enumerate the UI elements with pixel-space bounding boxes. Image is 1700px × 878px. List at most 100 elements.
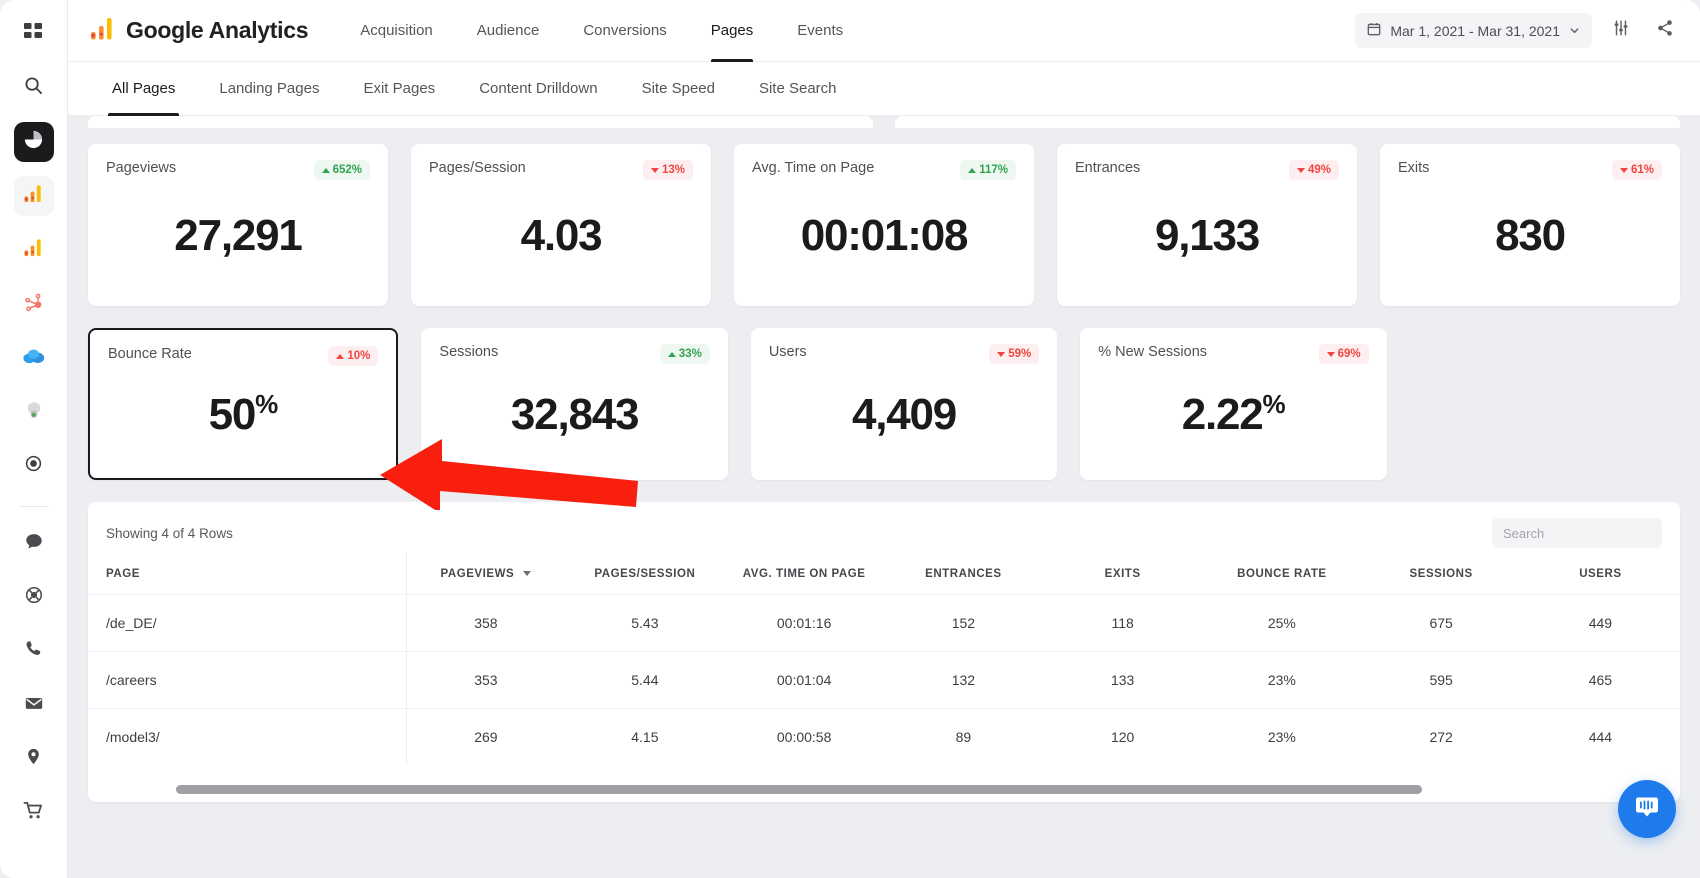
cell-entrances: 89	[883, 708, 1043, 765]
metric-card-header: Entrances 49%	[1075, 160, 1339, 180]
sidebar-item-google-analytics-alt[interactable]	[14, 230, 54, 270]
metric-label: Sessions	[439, 344, 499, 360]
metric-card-header: Avg. Time on Page 117%	[752, 160, 1016, 180]
column-header-sessions[interactable]: SESSIONS	[1362, 552, 1521, 595]
cell-entrances: 132	[883, 651, 1043, 709]
intercom-launcher-button[interactable]	[1618, 780, 1676, 838]
main-panel: Google Analytics Acquisition Audience Co…	[68, 0, 1700, 878]
nav-link-conversions[interactable]: Conversions	[561, 0, 688, 62]
metric-delta-badge: 652%	[313, 160, 370, 180]
nav-link-pages[interactable]: Pages	[689, 0, 776, 62]
table-row[interactable]: /model3/ 269 4.15 00:00:58 89 120 23% 27…	[88, 708, 1680, 765]
cell-page: /model3/	[88, 708, 407, 765]
metric-card-bounce-rate[interactable]: Bounce Rate 10% 50%	[88, 328, 399, 480]
calendar-icon	[1367, 22, 1381, 39]
column-header-bounce-rate[interactable]: BOUNCE RATE	[1202, 552, 1361, 595]
cell-avg-time: 00:01:16	[724, 594, 884, 652]
sidebar-item-mailchimp[interactable]	[14, 392, 54, 432]
tab-site-search[interactable]: Site Search	[737, 62, 859, 116]
metric-cards-row-2: Bounce Rate 10% 50% Sessions 33% 32,843 …	[88, 328, 1680, 480]
trend-up-icon	[336, 353, 345, 359]
metric-card-users[interactable]: Users 59% 4,409	[750, 328, 1058, 480]
sidebar-item-support[interactable]	[14, 577, 54, 617]
metric-delta-badge: 13%	[642, 160, 693, 180]
cell-users: 449	[1520, 594, 1680, 652]
chevron-down-icon	[1569, 23, 1580, 39]
share-button[interactable]	[1650, 16, 1680, 46]
sidebar-item-search[interactable]	[14, 68, 54, 108]
metric-value: 32,843	[510, 390, 640, 439]
metric-delta-value: 69%	[1337, 348, 1361, 360]
metric-card-header: Exits 61%	[1398, 160, 1662, 180]
mailchimp-icon	[24, 400, 44, 425]
metric-card-sessions[interactable]: Sessions 33% 32,843	[421, 328, 728, 480]
sort-descending-icon[interactable]	[523, 571, 532, 577]
tab-site-speed[interactable]: Site Speed	[620, 62, 737, 116]
column-header-avg-time-on-page[interactable]: AVG. TIME ON PAGE	[725, 552, 884, 595]
table-toolbar: Showing 4 of 4 Rows	[88, 502, 1680, 552]
sidebar-item-ecommerce[interactable]	[14, 793, 54, 833]
sidebar-item-grid-apps[interactable]	[14, 14, 54, 54]
table-body: /de_DE/ 358 5.43 00:01:16 152 118 25% 67…	[88, 594, 1680, 765]
tab-all-pages[interactable]: All Pages	[90, 62, 197, 116]
filter-settings-button[interactable]	[1606, 16, 1636, 46]
nav-link-acquisition[interactable]: Acquisition	[338, 0, 455, 62]
sidebar-item-chat[interactable]	[14, 523, 54, 563]
support-headset-icon	[24, 585, 44, 610]
metric-card-pageviews[interactable]: Pageviews 652% 27,291	[88, 144, 388, 306]
column-header-page[interactable]: PAGE	[88, 552, 407, 595]
column-header-pages-session[interactable]: PAGES/SESSION	[565, 552, 724, 595]
row2-empty-slot	[1410, 328, 1680, 480]
cell-sessions: 595	[1361, 651, 1521, 709]
secondary-tabs: All Pages Landing Pages Exit Pages Conte…	[68, 62, 1700, 116]
sidebar-item-email[interactable]	[14, 685, 54, 725]
nav-link-events[interactable]: Events	[775, 0, 865, 62]
date-range-picker[interactable]: Mar 1, 2021 - Mar 31, 2021	[1355, 13, 1592, 48]
sidebar-item-settings[interactable]	[14, 446, 54, 486]
sidebar-item-salesforce[interactable]	[14, 338, 54, 378]
nav-link-audience[interactable]: Audience	[455, 0, 562, 62]
metric-card-header: Bounce Rate 10%	[108, 346, 379, 366]
metric-card-exits[interactable]: Exits 61% 830	[1380, 144, 1680, 306]
cell-exits: 118	[1043, 594, 1203, 652]
metric-card-entrances[interactable]: Entrances 49% 9,133	[1057, 144, 1357, 306]
cell-pages-session: 5.44	[565, 651, 725, 709]
metric-delta-value: 117%	[979, 164, 1008, 176]
metric-delta-badge: 59%	[989, 344, 1040, 364]
table-row[interactable]: /careers 353 5.44 00:01:04 132 133 23% 5…	[88, 651, 1680, 709]
metric-delta-badge: 117%	[960, 160, 1016, 180]
metric-card-percent-new-sessions[interactable]: % New Sessions 69% 2.22%	[1080, 328, 1387, 480]
tab-content-drilldown[interactable]: Content Drilldown	[457, 62, 619, 116]
salesforce-cloud-icon	[22, 346, 46, 371]
search-input[interactable]	[1503, 525, 1651, 541]
date-range-label: Mar 1, 2021 - Mar 31, 2021	[1390, 22, 1560, 39]
metric-card-avg-time-on-page[interactable]: Avg. Time on Page 117% 00:01:08	[734, 144, 1034, 306]
cell-pages-session: 5.43	[565, 594, 725, 652]
metric-card-pages-session[interactable]: Pages/Session 13% 4.03	[411, 144, 711, 306]
column-header-users[interactable]: USERS	[1521, 552, 1680, 595]
metric-label: Pages/Session	[429, 160, 526, 176]
cell-bounce-rate: 23%	[1202, 651, 1362, 709]
dashboard-content: Pageviews 652% 27,291 Pages/Session 13%	[68, 116, 1700, 878]
metric-delta-value: 652%	[332, 164, 362, 176]
table-search-box[interactable]	[1492, 518, 1662, 548]
sidebar-item-google-analytics[interactable]	[13, 176, 54, 216]
sliders-icon	[1612, 19, 1630, 42]
sidebar-item-location[interactable]	[14, 739, 54, 779]
sidebar-item-phone[interactable]	[14, 631, 54, 671]
column-header-entrances[interactable]: ENTRANCES	[884, 552, 1043, 595]
column-header-exits[interactable]: EXITS	[1043, 552, 1202, 595]
column-header-pageviews[interactable]: PAGEVIEWS	[406, 552, 565, 595]
table-row[interactable]: /de_DE/ 358 5.43 00:01:16 152 118 25% 67…	[88, 594, 1680, 652]
sidebar-item-dashboards[interactable]	[13, 122, 54, 162]
metric-card-header: Sessions 33%	[439, 344, 710, 364]
tab-exit-pages[interactable]: Exit Pages	[341, 62, 457, 116]
table-row-count: Showing 4 of 4 Rows	[106, 525, 233, 541]
page-title: Google Analytics	[126, 17, 309, 43]
table-horizontal-scrollbar[interactable]	[176, 785, 1530, 794]
tab-landing-pages[interactable]: Landing Pages	[197, 62, 341, 116]
sidebar-item-hubspot[interactable]	[14, 284, 54, 324]
trend-down-icon	[650, 167, 659, 173]
scrollbar-thumb[interactable]	[176, 785, 1422, 794]
top-right-controls: Mar 1, 2021 - Mar 31, 2021	[1355, 13, 1680, 48]
